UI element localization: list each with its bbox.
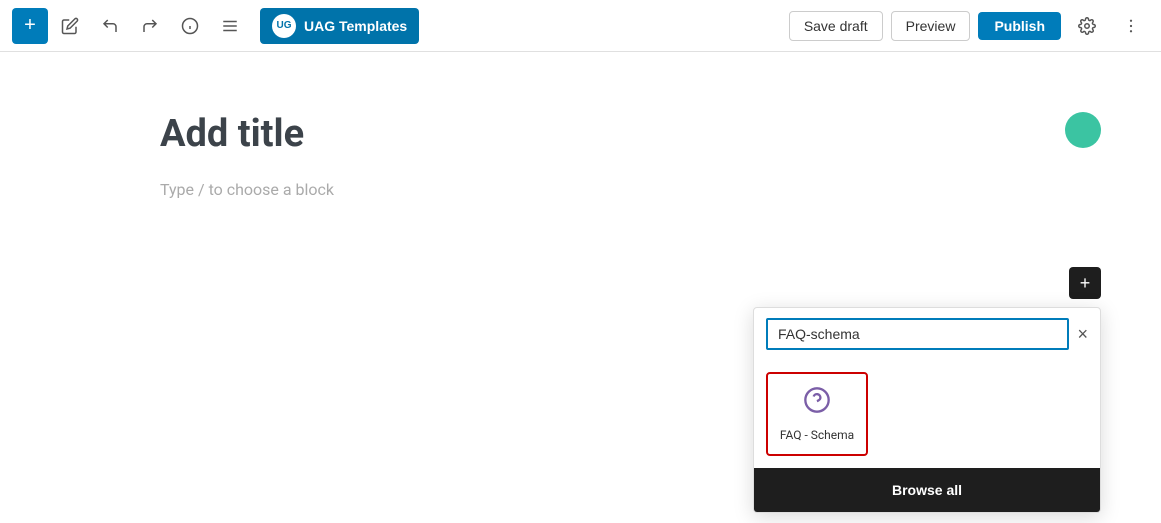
block-inserter-popup: × FAQ - Schema Browse all bbox=[753, 307, 1101, 513]
editor-area: Add title Type / to choose a block + × F… bbox=[0, 52, 1161, 523]
save-draft-button[interactable]: Save draft bbox=[789, 11, 883, 41]
more-options-button[interactable] bbox=[1113, 8, 1149, 44]
faq-schema-label: FAQ - Schema bbox=[780, 428, 854, 442]
block-search-input[interactable] bbox=[766, 318, 1069, 350]
blocks-grid: FAQ - Schema bbox=[754, 360, 1100, 468]
search-clear-button[interactable]: × bbox=[1077, 324, 1088, 345]
preview-button[interactable]: Preview bbox=[891, 11, 971, 41]
avatar: UG bbox=[272, 14, 296, 38]
search-row: × bbox=[754, 308, 1100, 360]
faq-schema-block[interactable]: FAQ - Schema bbox=[766, 372, 868, 456]
uag-status-indicator bbox=[1065, 112, 1101, 148]
undo-button[interactable] bbox=[92, 8, 128, 44]
info-button[interactable] bbox=[172, 8, 208, 44]
list-view-button[interactable] bbox=[212, 8, 248, 44]
publish-button[interactable]: Publish bbox=[978, 12, 1061, 40]
pencil-icon-button[interactable] bbox=[52, 8, 88, 44]
toolbar-left: + bbox=[12, 8, 785, 44]
browse-all-button[interactable]: Browse all bbox=[754, 468, 1100, 512]
toolbar: + bbox=[0, 0, 1161, 52]
plus-icon: + bbox=[1080, 273, 1091, 294]
uag-templates-button[interactable]: UG UAG Templates bbox=[260, 8, 419, 44]
page-title[interactable]: Add title bbox=[160, 112, 1081, 156]
toolbar-right: Save draft Preview Publish bbox=[789, 8, 1149, 44]
block-placeholder[interactable]: Type / to choose a block bbox=[160, 180, 1081, 199]
redo-button[interactable] bbox=[132, 8, 168, 44]
add-block-toolbar-button[interactable]: + bbox=[12, 8, 48, 44]
settings-button[interactable] bbox=[1069, 8, 1105, 44]
template-label: UAG Templates bbox=[304, 18, 407, 34]
add-block-button[interactable]: + bbox=[1069, 267, 1101, 299]
faq-schema-icon bbox=[803, 386, 831, 420]
